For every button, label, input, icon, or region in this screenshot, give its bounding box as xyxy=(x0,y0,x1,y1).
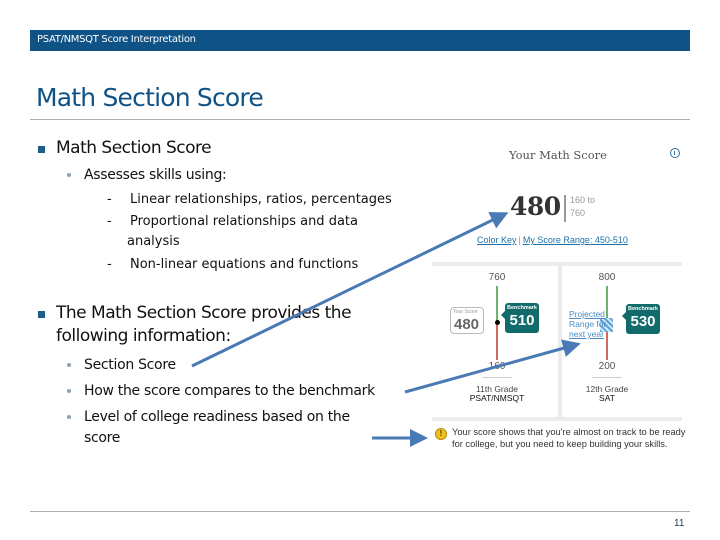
projected-line-2: Range for xyxy=(569,319,607,329)
projected-line-1: Projected xyxy=(569,309,605,319)
info-text: How the score compares to the benchmark xyxy=(84,383,375,399)
dot-bullet-icon xyxy=(67,389,71,393)
sat-benchmark-badge: Benchmark 530 xyxy=(622,304,660,334)
your-score-label: Your Score xyxy=(453,309,478,315)
warning-icon: ! xyxy=(435,428,447,440)
psat-below-benchmark-bar xyxy=(496,322,498,360)
dash-bullet-icon: - xyxy=(107,257,112,272)
link-separator: | xyxy=(518,235,521,245)
dot-bullet-icon xyxy=(67,363,71,367)
math-score-report: Your Math Score 480 160 to 760 Color Key… xyxy=(432,132,690,472)
info-text: score xyxy=(84,430,121,446)
your-score-value: 480 xyxy=(454,316,480,333)
bullet-text: Math Section Score xyxy=(56,138,212,158)
dash-bullet-icon: - xyxy=(107,192,112,207)
psat-benchmark-badge: Benchmark 510 xyxy=(501,303,539,333)
math-score-value: 480 xyxy=(510,192,561,221)
skill-text: Proportional relationships and data xyxy=(130,214,358,229)
benchmark-label: Benchmark xyxy=(507,305,537,311)
score-range-low: 160 to xyxy=(570,195,596,205)
psat-min-score: 160 xyxy=(488,361,506,372)
skill-text: Linear relationships, ratios, percentage… xyxy=(130,192,392,207)
square-bullet-icon xyxy=(38,311,45,318)
title-divider xyxy=(30,119,690,120)
score-range-high: 760 xyxy=(570,208,586,218)
report-links: Color Key | My Score Range: 450-510 xyxy=(477,235,628,245)
sat-test-name: SAT xyxy=(599,393,615,403)
psat-above-benchmark-bar xyxy=(496,286,498,322)
square-bullet-icon xyxy=(38,146,45,153)
skill-item-continuation: analysis xyxy=(127,232,180,252)
report-title: Your Math Score xyxy=(509,148,607,162)
dot-bullet-icon xyxy=(67,173,71,177)
info-text: Section Score xyxy=(84,357,176,373)
projected-range-link[interactable]: Projected Range for next year xyxy=(569,309,606,339)
footer-divider xyxy=(30,511,690,512)
projected-line-3: next year xyxy=(569,329,604,339)
score-divider xyxy=(564,195,566,222)
bullet-text: The Math Section Score provides the xyxy=(56,303,352,323)
psat-max-score: 760 xyxy=(488,272,506,283)
benchmark-value: 510 xyxy=(509,312,535,329)
sat-min-score: 200 xyxy=(598,361,616,372)
sat-max-score: 800 xyxy=(598,272,616,283)
info-text: Level of college readiness based on the xyxy=(84,409,350,425)
panel-band-top xyxy=(432,262,682,266)
psat-rule xyxy=(482,377,512,378)
color-key-link[interactable]: Color Key xyxy=(477,235,517,245)
skill-text: Non-linear equations and functions xyxy=(130,257,359,272)
sub-bullet-text: Assesses skills using: xyxy=(84,167,227,183)
dot-bullet-icon xyxy=(67,415,71,419)
benchmark-label: Benchmark xyxy=(628,306,658,312)
skill-text: analysis xyxy=(127,234,180,249)
info-icon[interactable] xyxy=(670,148,680,158)
score-range-link[interactable]: My Score Range: 450-510 xyxy=(523,235,628,245)
header-title: PSAT/NMSQT Score Interpretation xyxy=(37,34,196,45)
psat-test-name: PSAT/NMSQT xyxy=(469,393,525,403)
header-bar: PSAT/NMSQT Score Interpretation xyxy=(30,30,690,51)
slide-title: Math Section Score xyxy=(36,83,264,112)
panel-band-bottom xyxy=(432,417,682,421)
bullet-text: following information: xyxy=(56,326,231,346)
readiness-message: Your score shows that you're almost on t… xyxy=(452,427,686,449)
benchmark-value: 530 xyxy=(630,313,656,330)
sat-rule xyxy=(592,377,622,378)
your-score-badge: Your Score 480 xyxy=(450,307,484,334)
score-marker xyxy=(495,320,500,325)
dash-bullet-icon: - xyxy=(107,214,112,229)
page-number: 11 xyxy=(674,518,685,529)
